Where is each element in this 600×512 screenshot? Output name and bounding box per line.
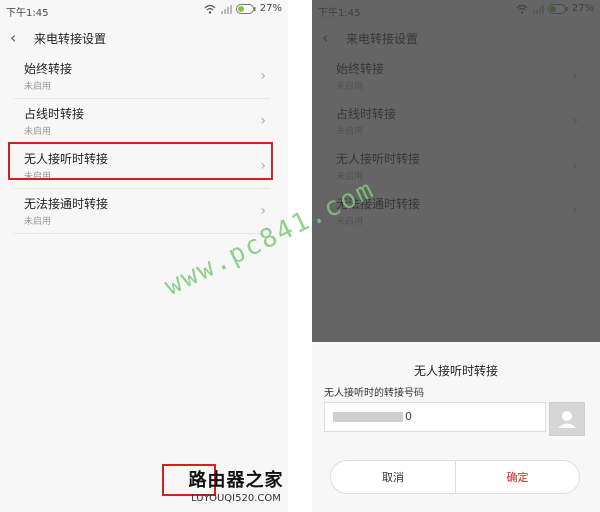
status-icons: 27% [204, 3, 282, 14]
list-item-busy[interactable]: 占线时转接 未启用 › [14, 99, 270, 144]
list-item-label: 无法接通时转接 [24, 197, 109, 211]
list-item-status: 未启用 [24, 127, 52, 137]
forwarding-list: 始终转接 未启用 › 占线时转接 未启用 › 无人接听时转接 未启用 › 无法接… [0, 54, 288, 234]
status-time: 下午1:45 [6, 8, 49, 19]
number-suffix: 0 [405, 410, 412, 423]
list-item-label: 占线时转接 [24, 107, 85, 121]
modal-overlay[interactable] [312, 0, 600, 342]
list-item-label: 始终转接 [24, 62, 73, 76]
contact-avatar-icon [558, 411, 576, 428]
brand-watermark: 路由器之家 LUYOUQI520.COM [176, 466, 296, 504]
title-bar: ‹ 来电转接设置 [0, 24, 288, 52]
page-title: 来电转接设置 [34, 32, 107, 46]
list-item-label: 无人接听时转接 [24, 152, 109, 166]
battery-percent: 27% [259, 3, 282, 14]
chevron-right-icon: › [260, 68, 266, 84]
wifi-icon [204, 4, 216, 14]
dialog-field-label: 无人接听时的转接号码 [324, 388, 424, 399]
list-item-status: 未启用 [24, 172, 52, 182]
list-item-unreachable[interactable]: 无法接通时转接 未启用 › [14, 189, 270, 234]
redacted-number [333, 412, 403, 422]
contact-picker-button[interactable] [549, 402, 585, 436]
dialog-title: 无人接听时转接 [413, 364, 498, 378]
ok-button[interactable]: 确定 [455, 460, 580, 494]
signal-icon [220, 4, 232, 14]
battery-icon [235, 3, 256, 14]
forward-dialog: 无人接听时转接 无人接听时的转接号码 0 取消 确定 [312, 342, 600, 512]
chevron-right-icon: › [260, 113, 266, 129]
list-item-status: 未启用 [24, 217, 52, 227]
brand-url: LUYOUQI520.COM [191, 493, 281, 504]
forward-dialog-screen: 下午1:45 27% ‹ 来电转接设置 [312, 0, 600, 512]
list-item-always[interactable]: 始终转接 未启用 › [14, 54, 270, 99]
cancel-button[interactable]: 取消 [330, 460, 455, 494]
brand-name: 路由器之家 [188, 470, 284, 491]
list-item-status: 未启用 [24, 82, 52, 92]
chevron-right-icon: › [260, 158, 266, 174]
back-arrow-icon[interactable]: ‹ [10, 28, 16, 47]
chevron-right-icon: › [260, 203, 266, 219]
forward-number-input[interactable]: 0 [324, 402, 546, 432]
list-item-no-answer[interactable]: 无人接听时转接 未启用 › [14, 144, 270, 189]
status-bar: 下午1:45 27% [0, 0, 288, 22]
